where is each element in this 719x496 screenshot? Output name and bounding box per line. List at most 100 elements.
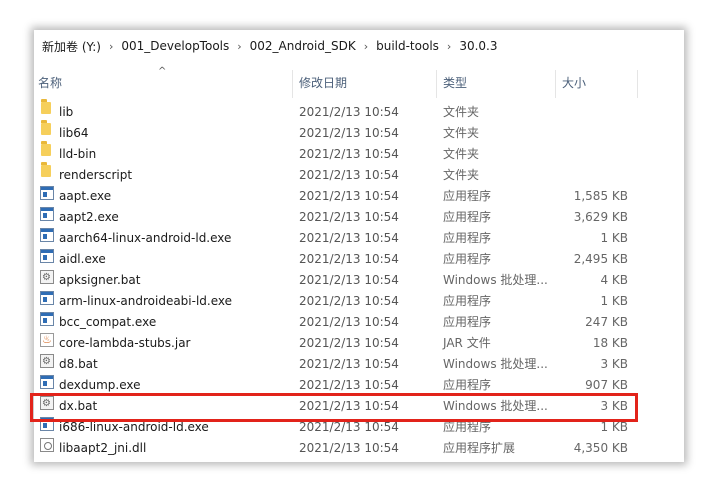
file-date: 2021/2/13 10:54	[299, 168, 399, 182]
file-type: 应用程序	[443, 252, 492, 266]
file-row[interactable]: lld-bin 2021/2/13 10:54 文件夹	[34, 141, 684, 165]
exe-icon	[40, 228, 54, 242]
file-row[interactable]: renderscript 2021/2/13 10:54 文件夹	[34, 162, 684, 186]
file-row[interactable]: dexdump.exe 2021/2/13 10:54 应用程序 907 KB	[34, 375, 684, 396]
dll-icon	[40, 438, 54, 452]
breadcrumb-developtools[interactable]: 001_DevelopTools	[121, 39, 229, 53]
column-divider[interactable]	[436, 70, 437, 98]
chevron-right-icon: ›	[108, 39, 114, 53]
bat-icon	[40, 393, 54, 414]
file-row[interactable]: aapt.exe 2021/2/13 10:54 应用程序 1,585 KB	[34, 186, 684, 207]
exe-icon	[40, 186, 54, 200]
file-row[interactable]: bcc_compat.exe 2021/2/13 10:54 应用程序 247 KB	[34, 312, 684, 333]
column-header-row: ^ 名称 修改日期 类型 大小	[34, 66, 684, 98]
file-name: lld-bin	[59, 147, 97, 161]
file-date: 2021/2/13 10:54	[299, 357, 399, 371]
file-type: 应用程序	[443, 294, 492, 308]
file-row[interactable]: aarch64-linux-android-ld.exe 2021/2/13 10…	[34, 228, 684, 249]
file-row[interactable]: lib 2021/2/13 10:54 文件夹	[34, 99, 684, 123]
column-divider[interactable]	[637, 70, 638, 98]
address-bar[interactable]: 新加卷 (Y:) › 001_DevelopTools › 002_Androi…	[34, 30, 684, 62]
folder-icon	[41, 120, 51, 135]
file-date: 2021/2/13 10:54	[299, 210, 399, 224]
column-header-size[interactable]: 大小	[562, 68, 586, 98]
file-name: d8.bat	[59, 357, 98, 371]
file-size: 3 KB	[600, 399, 628, 413]
column-header-name[interactable]: 名称	[38, 68, 62, 98]
file-type: 应用程序	[443, 315, 492, 329]
file-date: 2021/2/13 10:54	[299, 273, 399, 287]
file-size: 18 KB	[592, 336, 628, 350]
file-size: 2,495 KB	[573, 252, 628, 266]
column-header-date[interactable]: 修改日期	[299, 68, 347, 98]
file-name: apksigner.bat	[59, 273, 141, 287]
file-size: 1 KB	[600, 231, 628, 245]
file-row[interactable]: core-lambda-stubs.jar 2021/2/13 10:54 JAR …	[34, 329, 684, 354]
file-row[interactable]: d8.bat 2021/2/13 10:54 Windows 批处理... 3 KB	[34, 351, 684, 375]
column-divider[interactable]	[555, 70, 556, 98]
file-row[interactable]: arm-linux-androideabi-ld.exe 2021/2/13 10…	[34, 291, 684, 312]
folder-icon	[41, 99, 51, 114]
file-type: 应用程序	[443, 231, 492, 245]
file-size: 1 KB	[600, 420, 628, 434]
file-size: 3,629 KB	[573, 210, 628, 224]
file-date: 2021/2/13 10:54	[299, 378, 399, 392]
breadcrumb-drive[interactable]: 新加卷 (Y:)	[42, 38, 101, 55]
file-row[interactable]: aidl.exe 2021/2/13 10:54 应用程序 2,495 KB	[34, 249, 684, 270]
file-row[interactable]: lib64 2021/2/13 10:54 文件夹	[34, 120, 684, 144]
file-name: i686-linux-android-ld.exe	[59, 420, 209, 434]
file-name: bcc_compat.exe	[59, 315, 157, 329]
file-type: Windows 批处理...	[443, 399, 548, 413]
exe-icon	[40, 249, 54, 263]
file-name: dx.bat	[59, 399, 98, 413]
file-type: 文件夹	[443, 105, 480, 119]
breadcrumb-build-tools[interactable]: build-tools	[376, 39, 439, 53]
file-date: 2021/2/13 10:54	[299, 420, 399, 434]
file-date: 2021/2/13 10:54	[299, 252, 399, 266]
file-size: 1,585 KB	[573, 189, 628, 203]
exe-icon	[40, 291, 54, 305]
file-type: Windows 批处理...	[443, 273, 548, 287]
file-date: 2021/2/13 10:54	[299, 189, 399, 203]
file-date: 2021/2/13 10:54	[299, 315, 399, 329]
file-type: JAR 文件	[443, 336, 491, 350]
file-size: 1 KB	[600, 294, 628, 308]
file-date: 2021/2/13 10:54	[299, 231, 399, 245]
column-header-type[interactable]: 类型	[443, 68, 467, 98]
file-row[interactable]: apksigner.bat 2021/2/13 10:54 Windows 批处理.…	[34, 267, 684, 291]
chevron-right-icon: ›	[363, 39, 369, 53]
file-size: 3 KB	[600, 357, 628, 371]
file-name: libaapt2_jni.dll	[59, 441, 147, 455]
exe-icon	[40, 207, 54, 221]
file-name: lib	[59, 105, 74, 119]
breadcrumb-version[interactable]: 30.0.3	[459, 39, 497, 53]
file-type: Windows 批处理...	[443, 357, 548, 371]
file-type: 文件夹	[443, 126, 480, 140]
file-list: lib 2021/2/13 10:54 文件夹 lib64 2021/2/13 10:5…	[34, 99, 684, 459]
file-row[interactable]: i686-linux-android-ld.exe 2021/2/13 10:54…	[34, 417, 684, 438]
file-row[interactable]: aapt2.exe 2021/2/13 10:54 应用程序 3,629 KB	[34, 207, 684, 228]
breadcrumb-android-sdk[interactable]: 002_Android_SDK	[250, 39, 356, 53]
file-row[interactable]: libaapt2_jni.dll 2021/2/13 10:54 应用程序扩展 4,3…	[34, 438, 684, 459]
column-divider[interactable]	[292, 70, 293, 98]
file-date: 2021/2/13 10:54	[299, 126, 399, 140]
file-type: 应用程序	[443, 210, 492, 224]
file-name: core-lambda-stubs.jar	[59, 336, 191, 350]
file-name: aidl.exe	[59, 252, 106, 266]
file-size: 4,350 KB	[573, 441, 628, 455]
bat-icon	[40, 351, 54, 372]
file-type: 文件夹	[443, 147, 480, 161]
folder-icon	[41, 162, 51, 177]
file-size: 907 KB	[585, 378, 628, 392]
explorer-window: 新加卷 (Y:) › 001_DevelopTools › 002_Androi…	[34, 30, 684, 462]
file-size: 4 KB	[600, 273, 628, 287]
file-row[interactable]: dx.bat 2021/2/13 10:54 Windows 批处理... 3 KB	[34, 393, 684, 417]
file-size: 247 KB	[585, 315, 628, 329]
file-name: lib64	[59, 126, 89, 140]
chevron-right-icon: ›	[237, 39, 242, 53]
exe-icon	[40, 375, 54, 389]
sort-ascending-icon: ^	[158, 66, 167, 77]
file-type: 文件夹	[443, 168, 480, 182]
file-date: 2021/2/13 10:54	[299, 336, 399, 350]
file-date: 2021/2/13 10:54	[299, 105, 399, 119]
